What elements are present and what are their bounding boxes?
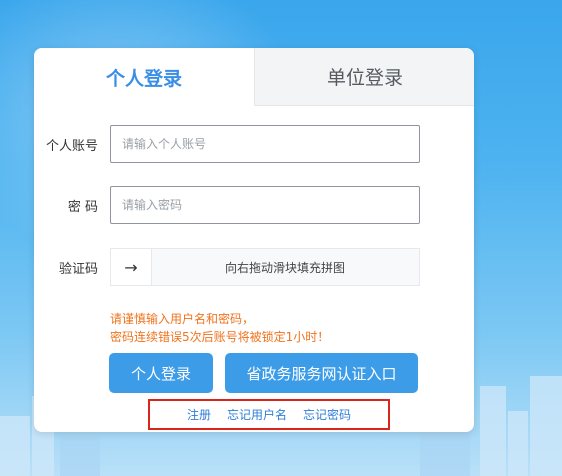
captcha-slider[interactable]: → 向右拖动滑块填充拼图	[110, 248, 420, 286]
warning-line-1: 请谨慎输入用户名和密码，	[110, 312, 255, 326]
tab-company-login[interactable]: 单位登录	[254, 48, 474, 106]
forgot-username-link[interactable]: 忘记用户名	[227, 406, 287, 423]
password-label: 密 码	[67, 199, 98, 215]
slider-handle[interactable]: →	[111, 249, 152, 285]
account-label: 个人账号	[45, 138, 98, 154]
password-input[interactable]	[110, 186, 420, 224]
account-links-highlight: 注册 忘记用户名 忘记密码	[148, 399, 390, 430]
password-row: 密 码	[34, 186, 420, 224]
slider-hint: 向右拖动滑块填充拼图	[224, 260, 345, 275]
account-row: 个人账号	[34, 125, 420, 163]
tab-personal-login[interactable]: 个人登录	[34, 48, 254, 106]
captcha-row: 验证码 → 向右拖动滑块填充拼图	[34, 248, 420, 286]
login-card: 个人登录 单位登录 个人账号 密 码 验证码 → 向右拖动滑块填充拼图 请谨慎输…	[34, 48, 474, 432]
login-warning: 请谨慎输入用户名和密码， 密码连续错误5次后账号将被锁定1小时！	[110, 310, 329, 346]
province-auth-button[interactable]: 省政务服务网认证入口	[225, 353, 418, 393]
login-tabs: 个人登录 单位登录	[34, 48, 474, 106]
warning-line-2: 密码连续错误5次后账号将被锁定1小时！	[110, 330, 330, 344]
captcha-label: 验证码	[58, 261, 98, 277]
account-input[interactable]	[110, 125, 420, 163]
register-link[interactable]: 注册	[187, 406, 211, 423]
personal-login-button[interactable]: 个人登录	[109, 353, 213, 393]
page-background: 个人登录 单位登录 个人账号 密 码 验证码 → 向右拖动滑块填充拼图 请谨慎输…	[0, 0, 562, 476]
arrow-right-icon: →	[124, 257, 138, 277]
forgot-password-link[interactable]: 忘记密码	[303, 406, 351, 423]
